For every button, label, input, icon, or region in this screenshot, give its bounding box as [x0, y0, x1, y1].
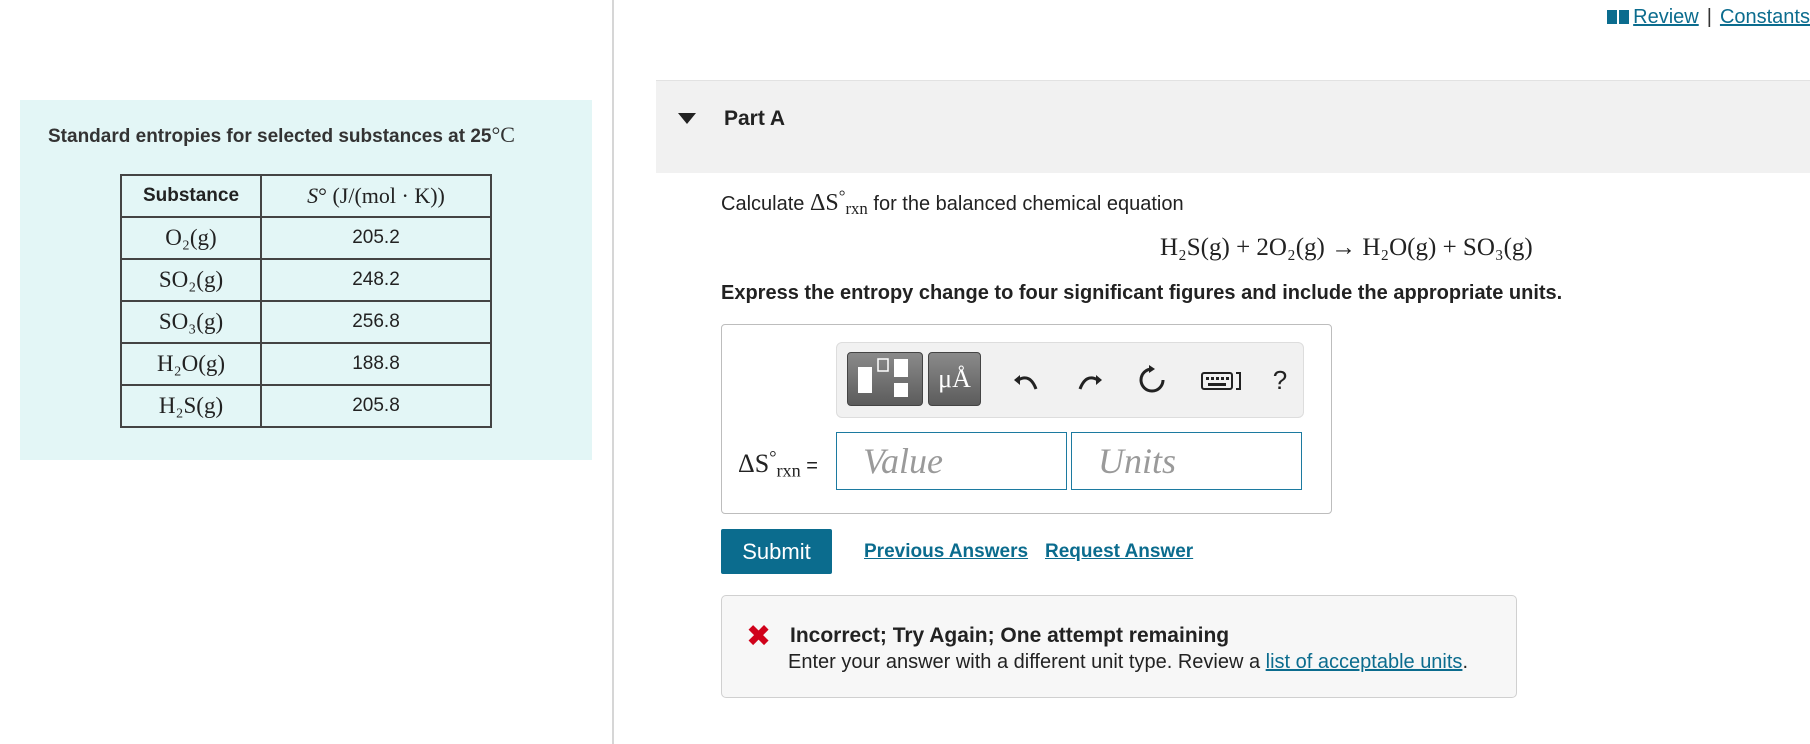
entropy-header: S° (J/(mol · K)) — [260, 174, 492, 218]
part-a-header[interactable]: Part A — [656, 80, 1810, 173]
table-row: H₂O(g) 188.8 — [120, 342, 492, 386]
table-row: SO₂(g) 248.2 — [120, 258, 492, 302]
table-row: H₂S(g) 205.8 — [120, 384, 492, 428]
answer-box: μÅ ? ΔS°rxn = Value Units — [721, 324, 1332, 514]
table-header-row: Substance S° (J/(mol · K)) — [120, 174, 492, 218]
reset-icon[interactable] — [1135, 363, 1169, 397]
feedback-message: Enter your answer with a different unit … — [788, 651, 1468, 673]
part-title: Part A — [724, 107, 786, 130]
entropy-value-cell: 248.2 — [260, 258, 492, 302]
units-input[interactable]: Units — [1071, 432, 1302, 490]
panel-divider — [612, 0, 614, 744]
feedback-box: ✖ Incorrect; Try Again; One attempt rema… — [721, 595, 1517, 698]
request-answer-link[interactable]: Request Answer — [1045, 541, 1193, 563]
substance-cell: SO₂(g) — [120, 258, 262, 302]
substance-cell: H₂O(g) — [120, 342, 262, 386]
previous-answers-link[interactable]: Previous Answers — [864, 541, 1028, 563]
book-icon — [1607, 8, 1630, 31]
substance-cell: H₂S(g) — [120, 384, 262, 428]
acceptable-units-link[interactable]: list of acceptable units — [1266, 651, 1463, 673]
entropy-panel-title: Standard entropies for selected substanc… — [48, 122, 515, 147]
math-toolbar: μÅ ? — [836, 342, 1304, 418]
top-links: Review | Constants — [1607, 6, 1810, 31]
table-row: O₂(g) 205.2 — [120, 216, 492, 260]
redo-icon[interactable] — [1072, 363, 1106, 397]
submit-button[interactable]: Submit — [721, 529, 832, 574]
feedback-title: Incorrect; Try Again; One attempt remain… — [790, 624, 1230, 647]
value-input[interactable]: Value — [836, 432, 1067, 490]
undo-icon[interactable] — [1010, 363, 1044, 397]
entropy-value-cell: 205.8 — [260, 384, 492, 428]
keyboard-icon[interactable] — [1200, 363, 1244, 397]
incorrect-x-icon: ✖ — [746, 620, 772, 653]
entropy-table: Substance S° (J/(mol · K)) O₂(g) 205.2 S… — [120, 174, 492, 428]
table-row: SO₃(g) 256.8 — [120, 300, 492, 344]
chemical-equation: H₂S(g) + 2O₂(g) → H₂O(g) + SO₃(g) — [1160, 234, 1533, 261]
question-text: Calculate ΔS°rxn for the balanced chemic… — [721, 186, 1184, 219]
substance-cell: O₂(g) — [120, 216, 262, 260]
collapse-caret-icon[interactable] — [678, 113, 696, 124]
substance-header: Substance — [120, 174, 262, 218]
entropy-value-cell: 256.8 — [260, 300, 492, 344]
entropy-value-cell: 188.8 — [260, 342, 492, 386]
review-link[interactable]: Review — [1633, 6, 1699, 28]
help-icon[interactable]: ? — [1263, 363, 1297, 397]
constants-link[interactable]: Constants — [1720, 6, 1810, 28]
entropy-value-cell: 205.2 — [260, 216, 492, 260]
units-button[interactable]: μÅ — [928, 352, 981, 406]
links-separator: | — [1706, 6, 1712, 28]
instruction-text: Express the entropy change to four signi… — [721, 282, 1563, 304]
answer-variable-label: ΔS°rxn = — [738, 446, 818, 481]
templates-button[interactable] — [847, 352, 923, 406]
substance-cell: SO₃(g) — [120, 300, 262, 344]
